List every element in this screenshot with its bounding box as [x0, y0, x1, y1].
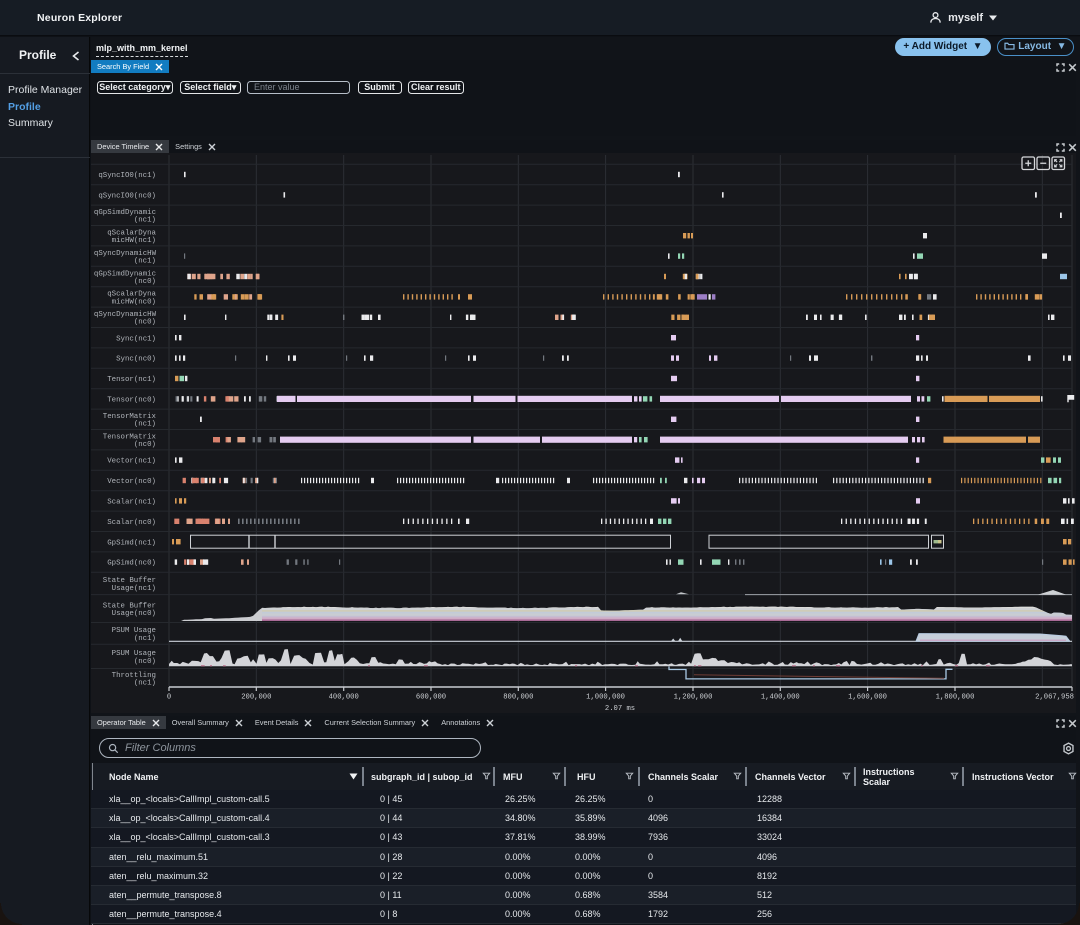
svg-text:2,067,958: 2,067,958 — [1035, 694, 1074, 702]
svg-text:(nc0): (nc0) — [134, 278, 156, 286]
svg-text:(nc1): (nc1) — [134, 635, 156, 643]
svg-text:1,000,000: 1,000,000 — [586, 694, 625, 702]
svg-text:GpSimd(nc0): GpSimd(nc0) — [107, 560, 156, 568]
svg-text:1,800,000: 1,800,000 — [936, 694, 975, 702]
svg-text:(nc0): (nc0) — [134, 441, 156, 449]
svg-text:200,000: 200,000 — [241, 694, 271, 702]
svg-text:600,000: 600,000 — [416, 694, 446, 702]
svg-text:(nc1): (nc1) — [134, 258, 156, 266]
svg-text:1,200,000: 1,200,000 — [674, 694, 713, 702]
svg-text:qSyncIO0(nc1): qSyncIO0(nc1) — [98, 172, 156, 180]
svg-text:800,000: 800,000 — [503, 694, 533, 702]
svg-text:GpSimd(nc1): GpSimd(nc1) — [107, 539, 156, 547]
svg-text:qSyncIO0(nc0): qSyncIO0(nc0) — [98, 193, 156, 201]
svg-text:Scalar(nc1): Scalar(nc1) — [107, 499, 156, 507]
svg-text:Vector(nc1): Vector(nc1) — [107, 458, 156, 466]
svg-text:1,600,000: 1,600,000 — [848, 694, 887, 702]
svg-text:400,000: 400,000 — [329, 694, 359, 702]
svg-text:Tensor(nc1): Tensor(nc1) — [107, 376, 156, 384]
svg-text:Usage(nc0): Usage(nc0) — [112, 610, 156, 618]
svg-text:(nc0): (nc0) — [134, 319, 156, 327]
svg-text:Tensor(nc0): Tensor(nc0) — [107, 397, 156, 405]
svg-text:(nc1): (nc1) — [134, 421, 156, 429]
svg-text:(nc1): (nc1) — [134, 217, 156, 225]
svg-text:(nc0): (nc0) — [134, 658, 156, 666]
svg-text:0: 0 — [167, 694, 171, 702]
svg-text:Sync(nc0): Sync(nc0) — [116, 356, 156, 364]
svg-text:(nc1): (nc1) — [134, 680, 156, 688]
svg-text:micHW(nc0): micHW(nc0) — [112, 298, 156, 306]
svg-text:Usage(nc1): Usage(nc1) — [112, 585, 156, 593]
svg-text:2.07 ms: 2.07 ms — [605, 705, 635, 713]
svg-text:Scalar(nc0): Scalar(nc0) — [107, 519, 156, 527]
svg-text:Sync(nc1): Sync(nc1) — [116, 335, 156, 343]
svg-text:Vector(nc0): Vector(nc0) — [107, 478, 156, 486]
svg-text:micHW(nc1): micHW(nc1) — [112, 237, 156, 245]
svg-text:1,400,000: 1,400,000 — [761, 694, 800, 702]
